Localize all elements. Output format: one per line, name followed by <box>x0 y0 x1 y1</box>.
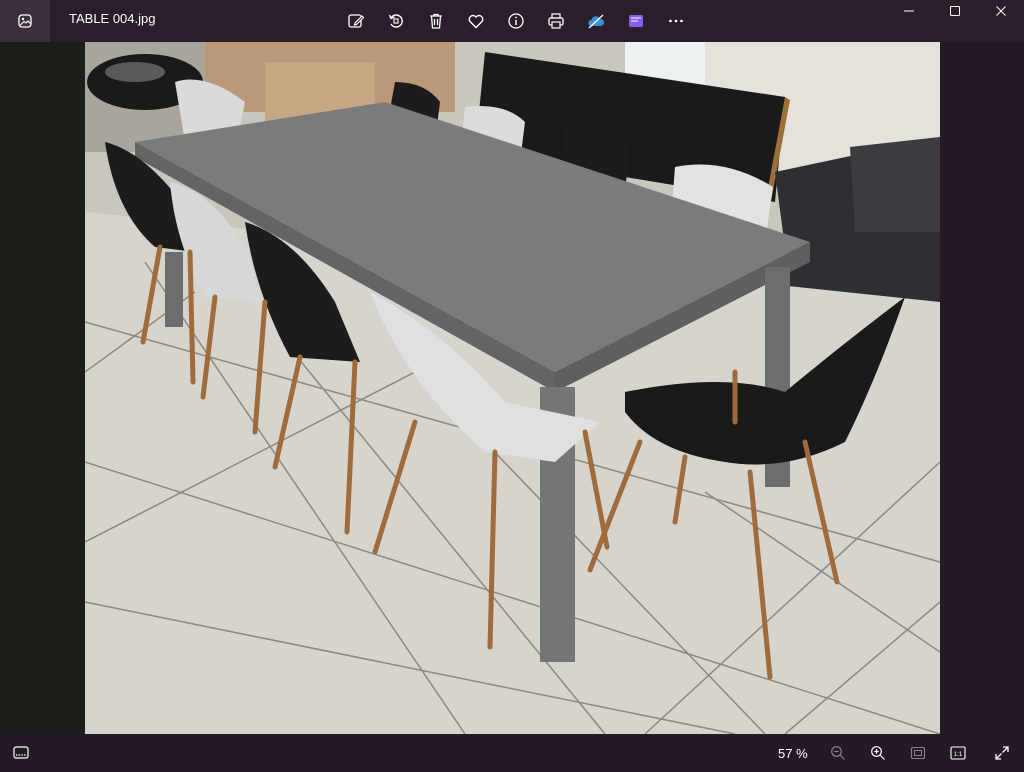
delete-button[interactable] <box>416 6 456 36</box>
zoom-out-icon <box>831 746 845 760</box>
close-button[interactable] <box>978 0 1024 22</box>
filmstrip-toggle-button[interactable] <box>12 744 30 767</box>
zoom-out-button[interactable] <box>828 743 848 763</box>
toolbar <box>336 6 696 36</box>
photo-viewer-image[interactable] <box>85 42 940 734</box>
full-screen-icon <box>995 746 1009 760</box>
status-bar: 57 % 1:1 <box>0 734 1024 772</box>
maximize-button[interactable] <box>932 0 978 22</box>
info-icon <box>508 13 524 29</box>
fit-to-window-icon <box>910 746 926 760</box>
fit-to-window-button[interactable] <box>908 743 928 763</box>
right-empty-area <box>940 42 1024 734</box>
edit-image-button[interactable] <box>336 6 376 36</box>
actual-size-icon: 1:1 <box>950 746 966 760</box>
rotate-icon <box>388 14 403 28</box>
actual-size-button[interactable]: 1:1 <box>948 743 968 763</box>
actual-size-label: 1:1 <box>954 752 963 758</box>
zoom-in-button[interactable] <box>868 743 888 763</box>
clipchamp-button[interactable] <box>616 6 656 36</box>
onedrive-button[interactable] <box>576 6 616 36</box>
print-button[interactable] <box>536 6 576 36</box>
window-controls <box>886 0 1024 22</box>
maximize-icon <box>950 6 960 16</box>
favorite-button[interactable] <box>456 6 496 36</box>
title-bar: TABLE 004.jpg <box>0 0 1024 42</box>
file-title: TABLE 004.jpg <box>69 11 156 26</box>
print-icon <box>548 13 564 29</box>
minimize-icon <box>904 10 914 12</box>
gallery-app-button[interactable] <box>0 0 50 42</box>
more-options-button[interactable] <box>656 6 696 36</box>
favorite-heart-icon <box>468 14 484 29</box>
close-icon <box>996 6 1006 16</box>
edit-image-icon <box>348 14 365 28</box>
rotate-button[interactable] <box>376 6 416 36</box>
filmstrip-icon <box>13 746 29 759</box>
dining-table-photo <box>85 42 940 734</box>
photos-app-icon <box>18 14 32 28</box>
zoom-in-icon <box>871 746 885 760</box>
minimize-button[interactable] <box>886 0 932 22</box>
onedrive-cloud-icon <box>588 14 605 29</box>
more-options-icon <box>669 19 683 23</box>
zoom-level: 57 % <box>778 746 808 761</box>
info-button[interactable] <box>496 6 536 36</box>
full-screen-button[interactable] <box>992 743 1012 763</box>
left-filmstrip-area <box>0 42 85 734</box>
delete-icon <box>430 13 442 29</box>
clipchamp-icon <box>629 15 643 27</box>
